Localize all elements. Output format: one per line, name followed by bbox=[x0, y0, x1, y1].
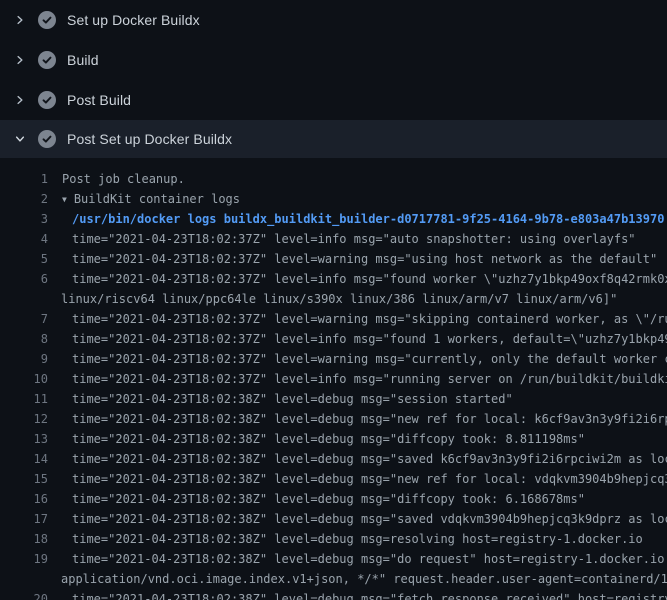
step-row-post-build[interactable]: Post Build bbox=[0, 80, 667, 120]
log-line: 19 time="2021-04-23T18:02:38Z" level=debu… bbox=[0, 549, 667, 569]
line-number[interactable]: 19 bbox=[0, 549, 48, 569]
line-number[interactable]: 15 bbox=[0, 469, 48, 489]
line-number[interactable]: 18 bbox=[0, 529, 48, 549]
line-number[interactable]: 14 bbox=[0, 449, 48, 469]
step-label: Build bbox=[67, 52, 99, 68]
chevron-down-icon bbox=[12, 131, 28, 147]
log-line: 13 time="2021-04-23T18:02:38Z" level=debu… bbox=[0, 429, 667, 449]
line-number[interactable]: 1 bbox=[0, 169, 48, 189]
step-label: Post Build bbox=[67, 92, 131, 108]
line-number[interactable]: 9 bbox=[0, 349, 48, 369]
chevron-right-icon bbox=[12, 92, 28, 108]
log-text: time="2021-04-23T18:02:38Z" level=debug … bbox=[72, 529, 643, 549]
group-collapse-icon: ▼ bbox=[62, 190, 67, 210]
log-text: time="2021-04-23T18:02:37Z" level=info m… bbox=[72, 269, 667, 289]
chevron-right-icon bbox=[12, 52, 28, 68]
log-text: time="2021-04-23T18:02:38Z" level=debug … bbox=[72, 449, 667, 469]
line-number[interactable]: 12 bbox=[0, 409, 48, 429]
log-group-title: BuildKit container logs bbox=[74, 192, 240, 206]
line-number[interactable]: 11 bbox=[0, 389, 48, 409]
line-number[interactable]: 3 bbox=[0, 209, 48, 229]
line-number[interactable]: 7 bbox=[0, 309, 48, 329]
line-number[interactable]: 20 bbox=[0, 589, 48, 600]
step-row-set-up-docker-buildx[interactable]: Set up Docker Buildx bbox=[0, 0, 667, 40]
log-group-toggle[interactable]: ▼ BuildKit container logs bbox=[62, 189, 240, 210]
log-line: 15 time="2021-04-23T18:02:38Z" level=debu… bbox=[0, 469, 667, 489]
line-number[interactable]: 8 bbox=[0, 329, 48, 349]
log-text: time="2021-04-23T18:02:38Z" level=debug … bbox=[72, 389, 513, 409]
log-text: time="2021-04-23T18:02:37Z" level=info m… bbox=[72, 329, 667, 349]
workflow-log-viewer: Set up Docker Buildx Build Post Build Post … bbox=[0, 0, 667, 600]
log-line: 4 time="2021-04-23T18:02:37Z" level=info … bbox=[0, 229, 667, 249]
log-line: linux/riscv64 linux/ppc64le linux/s390x … bbox=[0, 289, 667, 309]
log-text: Post job cleanup. bbox=[62, 169, 185, 189]
log-line: 20 time="2021-04-23T18:02:38Z" level=debu… bbox=[0, 589, 667, 600]
log-line: 7 time="2021-04-23T18:02:37Z" level=warni… bbox=[0, 309, 667, 329]
chevron-right-icon bbox=[12, 12, 28, 28]
log-text: time="2021-04-23T18:02:38Z" level=debug … bbox=[72, 549, 667, 569]
log-line: 14 time="2021-04-23T18:02:38Z" level=debu… bbox=[0, 449, 667, 469]
log-text: time="2021-04-23T18:02:37Z" level=warnin… bbox=[72, 349, 667, 369]
log-text: time="2021-04-23T18:02:37Z" level=warnin… bbox=[72, 309, 667, 329]
line-number[interactable]: 16 bbox=[0, 489, 48, 509]
log-text: time="2021-04-23T18:02:38Z" level=debug … bbox=[72, 409, 667, 429]
log-text: time="2021-04-23T18:02:37Z" level=warnin… bbox=[72, 249, 657, 269]
log-text: linux/riscv64 linux/ppc64le linux/s390x … bbox=[61, 289, 617, 309]
check-circle-icon bbox=[38, 130, 56, 148]
log-text: time="2021-04-23T18:02:37Z" level=info m… bbox=[72, 369, 667, 389]
log-line: 17 time="2021-04-23T18:02:38Z" level=debu… bbox=[0, 509, 667, 529]
check-circle-icon bbox=[38, 91, 56, 109]
log-line: 11 time="2021-04-23T18:02:38Z" level=debu… bbox=[0, 389, 667, 409]
log-line: 1 Post job cleanup. bbox=[0, 169, 667, 189]
log-text: time="2021-04-23T18:02:38Z" level=debug … bbox=[72, 509, 667, 529]
log-text: time="2021-04-23T18:02:38Z" level=debug … bbox=[72, 489, 585, 509]
line-number[interactable]: 2 bbox=[0, 189, 48, 209]
log-line: 6 time="2021-04-23T18:02:37Z" level=info … bbox=[0, 269, 667, 289]
log-line: 9 time="2021-04-23T18:02:37Z" level=warni… bbox=[0, 349, 667, 369]
line-number[interactable]: 10 bbox=[0, 369, 48, 389]
log-text: time="2021-04-23T18:02:38Z" level=debug … bbox=[72, 469, 667, 489]
log-line: 18 time="2021-04-23T18:02:38Z" level=debu… bbox=[0, 529, 667, 549]
log-line: 16 time="2021-04-23T18:02:38Z" level=debu… bbox=[0, 489, 667, 509]
log-line: 3/usr/bin/docker logs buildx_buildkit_bu… bbox=[0, 209, 667, 229]
command-text: /usr/bin/docker logs buildx_buildkit_bui… bbox=[72, 209, 664, 229]
line-number[interactable]: 17 bbox=[0, 509, 48, 529]
step-row-build[interactable]: Build bbox=[0, 40, 667, 80]
steps-list: Set up Docker Buildx Build Post Build Post … bbox=[0, 0, 667, 158]
log-line: 10 time="2021-04-23T18:02:37Z" level=info… bbox=[0, 369, 667, 389]
log-text: time="2021-04-23T18:02:38Z" level=debug … bbox=[72, 429, 585, 449]
step-label: Post Set up Docker Buildx bbox=[67, 131, 232, 147]
log-area: 1 Post job cleanup. 2 ▼ BuildKit container l… bbox=[0, 158, 667, 600]
step-row-post-set-up-docker-buildx[interactable]: Post Set up Docker Buildx bbox=[0, 120, 667, 158]
log-text: application/vnd.oci.image.index.v1+json,… bbox=[61, 569, 667, 589]
check-circle-icon bbox=[38, 11, 56, 29]
log-line: application/vnd.oci.image.index.v1+json,… bbox=[0, 569, 667, 589]
log-line: 5 time="2021-04-23T18:02:37Z" level=warni… bbox=[0, 249, 667, 269]
log-text: time="2021-04-23T18:02:38Z" level=debug … bbox=[72, 589, 667, 600]
line-number[interactable]: 13 bbox=[0, 429, 48, 449]
check-circle-icon bbox=[38, 51, 56, 69]
log-line: 2 ▼ BuildKit container logs bbox=[0, 189, 667, 209]
line-number[interactable]: 5 bbox=[0, 249, 48, 269]
log-text: time="2021-04-23T18:02:37Z" level=info m… bbox=[72, 229, 636, 249]
step-label: Set up Docker Buildx bbox=[67, 12, 200, 28]
log-line: 12 time="2021-04-23T18:02:38Z" level=debu… bbox=[0, 409, 667, 429]
log-line: 8 time="2021-04-23T18:02:37Z" level=info … bbox=[0, 329, 667, 349]
line-number[interactable]: 6 bbox=[0, 269, 48, 289]
line-number[interactable]: 4 bbox=[0, 229, 48, 249]
